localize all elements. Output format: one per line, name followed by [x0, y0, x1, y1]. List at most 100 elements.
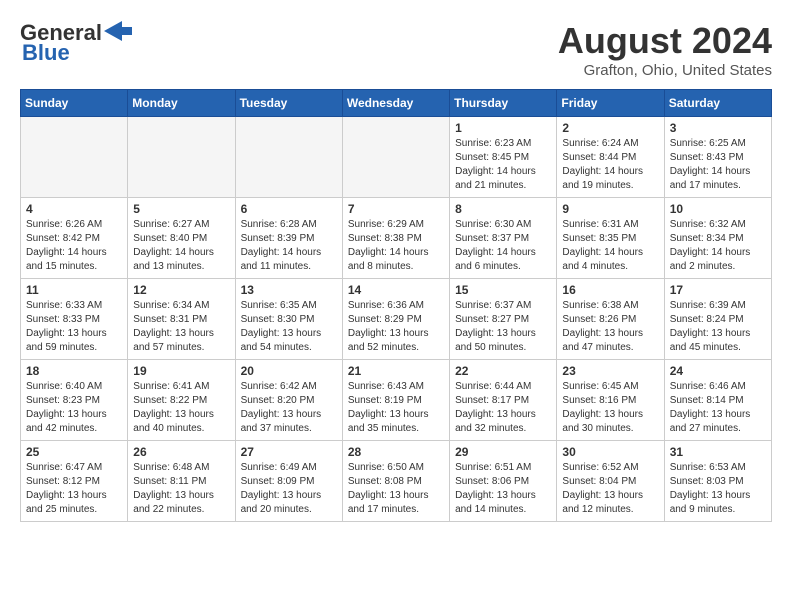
calendar-cell: 2Sunrise: 6:24 AM Sunset: 8:44 PM Daylig…: [557, 117, 664, 198]
calendar-cell: [342, 117, 449, 198]
calendar-cell: 28 Sunrise: 6:50 AM Sunset: 8:08 PM Dayli…: [342, 441, 449, 522]
day-number: 18: [26, 364, 122, 378]
cell-daylight-info: Sunrise: 6:48 AM Sunset: 8:11 PM Dayligh…: [133, 461, 229, 517]
cell-daylight-info: Sunrise: 6:34 AM Sunset: 8:31 PM Dayligh…: [133, 299, 229, 355]
calendar-cell: 15 Sunrise: 6:37 AM Sunset: 8:27 PM Dayli…: [450, 279, 557, 360]
day-number: 19: [133, 364, 229, 378]
weekday-header-thursday: Thursday: [450, 90, 557, 117]
calendar-cell: 9 Sunrise: 6:31 AM Sunset: 8:35 PM Daylig…: [557, 198, 664, 279]
day-number: 28: [348, 445, 444, 459]
calendar-cell: 23 Sunrise: 6:45 AM Sunset: 8:16 PM Dayli…: [557, 360, 664, 441]
cell-daylight-info: Sunrise: 6:53 AM Sunset: 8:03 PM Dayligh…: [670, 461, 766, 517]
day-number: 16: [562, 283, 658, 297]
weekday-header-wednesday: Wednesday: [342, 90, 449, 117]
calendar-week-row: 1Sunrise: 6:23 AM Sunset: 8:45 PM Daylig…: [21, 117, 772, 198]
weekday-header-tuesday: Tuesday: [235, 90, 342, 117]
cell-daylight-info: Sunrise: 6:33 AM Sunset: 8:33 PM Dayligh…: [26, 299, 122, 355]
day-number: 8: [455, 202, 551, 216]
day-number: 13: [241, 283, 337, 297]
cell-daylight-info: Sunrise: 6:30 AM Sunset: 8:37 PM Dayligh…: [455, 218, 551, 274]
cell-daylight-info: Sunrise: 6:39 AM Sunset: 8:24 PM Dayligh…: [670, 299, 766, 355]
month-year-title: August 2024: [558, 20, 772, 62]
calendar-cell: 17 Sunrise: 6:39 AM Sunset: 8:24 PM Dayli…: [664, 279, 771, 360]
cell-daylight-info: Sunrise: 6:26 AM Sunset: 8:42 PM Dayligh…: [26, 218, 122, 274]
cell-daylight-info: Sunrise: 6:42 AM Sunset: 8:20 PM Dayligh…: [241, 380, 337, 436]
cell-daylight-info: Sunrise: 6:28 AM Sunset: 8:39 PM Dayligh…: [241, 218, 337, 274]
weekday-header-friday: Friday: [557, 90, 664, 117]
calendar-cell: 10 Sunrise: 6:32 AM Sunset: 8:34 PM Dayli…: [664, 198, 771, 279]
calendar-week-row: 11 Sunrise: 6:33 AM Sunset: 8:33 PM Dayli…: [21, 279, 772, 360]
calendar-cell: 24 Sunrise: 6:46 AM Sunset: 8:14 PM Dayli…: [664, 360, 771, 441]
calendar-cell: 18 Sunrise: 6:40 AM Sunset: 8:23 PM Dayli…: [21, 360, 128, 441]
day-number: 3: [670, 121, 766, 135]
calendar-cell: 8 Sunrise: 6:30 AM Sunset: 8:37 PM Daylig…: [450, 198, 557, 279]
calendar-week-row: 4 Sunrise: 6:26 AM Sunset: 8:42 PM Daylig…: [21, 198, 772, 279]
calendar-cell: 3 Sunrise: 6:25 AM Sunset: 8:43 PM Daylig…: [664, 117, 771, 198]
day-number: 1: [455, 121, 551, 135]
day-number: 10: [670, 202, 766, 216]
cell-daylight-info: Sunrise: 6:46 AM Sunset: 8:14 PM Dayligh…: [670, 380, 766, 436]
calendar-cell: 11 Sunrise: 6:33 AM Sunset: 8:33 PM Dayli…: [21, 279, 128, 360]
day-number: 24: [670, 364, 766, 378]
calendar-week-row: 18 Sunrise: 6:40 AM Sunset: 8:23 PM Dayli…: [21, 360, 772, 441]
logo: General Blue: [20, 20, 132, 66]
day-number: 11: [26, 283, 122, 297]
calendar-cell: 20 Sunrise: 6:42 AM Sunset: 8:20 PM Dayli…: [235, 360, 342, 441]
day-number: 22: [455, 364, 551, 378]
day-number: 4: [26, 202, 122, 216]
cell-daylight-info: Sunrise: 6:35 AM Sunset: 8:30 PM Dayligh…: [241, 299, 337, 355]
cell-daylight-info: Sunrise: 6:49 AM Sunset: 8:09 PM Dayligh…: [241, 461, 337, 517]
day-number: 15: [455, 283, 551, 297]
calendar-cell: 14Sunrise: 6:36 AM Sunset: 8:29 PM Dayli…: [342, 279, 449, 360]
day-number: 23: [562, 364, 658, 378]
calendar-cell: 1Sunrise: 6:23 AM Sunset: 8:45 PM Daylig…: [450, 117, 557, 198]
calendar-cell: 5 Sunrise: 6:27 AM Sunset: 8:40 PM Daylig…: [128, 198, 235, 279]
calendar-cell: [235, 117, 342, 198]
day-number: 17: [670, 283, 766, 297]
calendar-table: SundayMondayTuesdayWednesdayThursdayFrid…: [20, 89, 772, 522]
calendar-cell: 25Sunrise: 6:47 AM Sunset: 8:12 PM Dayli…: [21, 441, 128, 522]
day-number: 21: [348, 364, 444, 378]
cell-daylight-info: Sunrise: 6:52 AM Sunset: 8:04 PM Dayligh…: [562, 461, 658, 517]
location-subtitle: Grafton, Ohio, United States: [558, 62, 772, 79]
weekday-header-sunday: Sunday: [21, 90, 128, 117]
logo-blue-text: Blue: [22, 40, 70, 66]
cell-daylight-info: Sunrise: 6:24 AM Sunset: 8:44 PM Dayligh…: [562, 137, 658, 193]
calendar-cell: 31Sunrise: 6:53 AM Sunset: 8:03 PM Dayli…: [664, 441, 771, 522]
cell-daylight-info: Sunrise: 6:27 AM Sunset: 8:40 PM Dayligh…: [133, 218, 229, 274]
calendar-cell: 7Sunrise: 6:29 AM Sunset: 8:38 PM Daylig…: [342, 198, 449, 279]
calendar-cell: 26 Sunrise: 6:48 AM Sunset: 8:11 PM Dayli…: [128, 441, 235, 522]
calendar-cell: 27 Sunrise: 6:49 AM Sunset: 8:09 PM Dayli…: [235, 441, 342, 522]
weekday-header-monday: Monday: [128, 90, 235, 117]
calendar-cell: [128, 117, 235, 198]
day-number: 26: [133, 445, 229, 459]
cell-daylight-info: Sunrise: 6:32 AM Sunset: 8:34 PM Dayligh…: [670, 218, 766, 274]
day-number: 27: [241, 445, 337, 459]
cell-daylight-info: Sunrise: 6:47 AM Sunset: 8:12 PM Dayligh…: [26, 461, 122, 517]
cell-daylight-info: Sunrise: 6:25 AM Sunset: 8:43 PM Dayligh…: [670, 137, 766, 193]
cell-daylight-info: Sunrise: 6:40 AM Sunset: 8:23 PM Dayligh…: [26, 380, 122, 436]
calendar-header-row: SundayMondayTuesdayWednesdayThursdayFrid…: [21, 90, 772, 117]
calendar-cell: 4 Sunrise: 6:26 AM Sunset: 8:42 PM Daylig…: [21, 198, 128, 279]
day-number: 5: [133, 202, 229, 216]
cell-daylight-info: Sunrise: 6:51 AM Sunset: 8:06 PM Dayligh…: [455, 461, 551, 517]
calendar-cell: [21, 117, 128, 198]
cell-daylight-info: Sunrise: 6:43 AM Sunset: 8:19 PM Dayligh…: [348, 380, 444, 436]
cell-daylight-info: Sunrise: 6:31 AM Sunset: 8:35 PM Dayligh…: [562, 218, 658, 274]
day-number: 29: [455, 445, 551, 459]
cell-daylight-info: Sunrise: 6:50 AM Sunset: 8:08 PM Dayligh…: [348, 461, 444, 517]
cell-daylight-info: Sunrise: 6:41 AM Sunset: 8:22 PM Dayligh…: [133, 380, 229, 436]
page-header: General Blue August 2024 Grafton, Ohio, …: [20, 20, 772, 79]
calendar-cell: 22Sunrise: 6:44 AM Sunset: 8:17 PM Dayli…: [450, 360, 557, 441]
cell-daylight-info: Sunrise: 6:38 AM Sunset: 8:26 PM Dayligh…: [562, 299, 658, 355]
weekday-header-saturday: Saturday: [664, 90, 771, 117]
calendar-cell: 6Sunrise: 6:28 AM Sunset: 8:39 PM Daylig…: [235, 198, 342, 279]
day-number: 30: [562, 445, 658, 459]
day-number: 20: [241, 364, 337, 378]
cell-daylight-info: Sunrise: 6:45 AM Sunset: 8:16 PM Dayligh…: [562, 380, 658, 436]
cell-daylight-info: Sunrise: 6:36 AM Sunset: 8:29 PM Dayligh…: [348, 299, 444, 355]
calendar-cell: 29 Sunrise: 6:51 AM Sunset: 8:06 PM Dayli…: [450, 441, 557, 522]
cell-daylight-info: Sunrise: 6:37 AM Sunset: 8:27 PM Dayligh…: [455, 299, 551, 355]
day-number: 9: [562, 202, 658, 216]
calendar-cell: 30 Sunrise: 6:52 AM Sunset: 8:04 PM Dayli…: [557, 441, 664, 522]
